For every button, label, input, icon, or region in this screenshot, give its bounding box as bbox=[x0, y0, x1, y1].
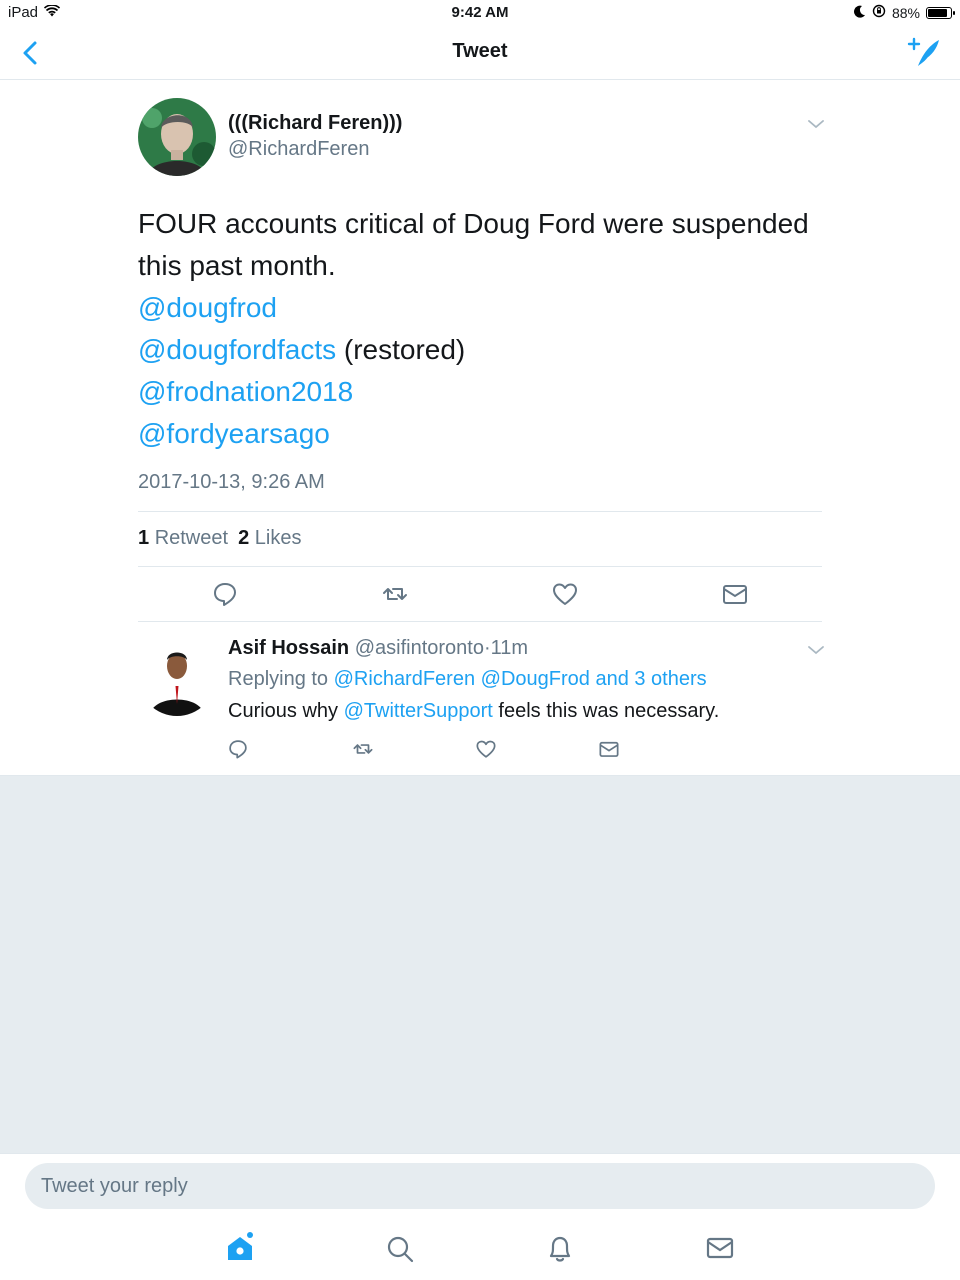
retweet-label: Retweet bbox=[154, 527, 229, 549]
tab-home[interactable] bbox=[222, 1230, 258, 1266]
reply-author-handle[interactable]: @asifintoronto bbox=[355, 637, 484, 659]
likes-stat[interactable]: 2 Likes bbox=[238, 527, 301, 550]
divider bbox=[138, 511, 822, 512]
mention-link[interactable]: @TwitterSupport bbox=[344, 700, 493, 722]
mention-link[interactable]: @dougfrod bbox=[138, 292, 277, 323]
heart-icon bbox=[476, 740, 496, 758]
reply-button[interactable] bbox=[211, 580, 239, 608]
mention-link[interactable]: @fordyearsago bbox=[138, 418, 330, 449]
retweet-count: 1 bbox=[138, 527, 150, 549]
heart-icon bbox=[553, 583, 577, 605]
mention-note: (restored) bbox=[336, 334, 466, 365]
status-time: 9:42 AM bbox=[451, 4, 509, 21]
tweet-stats: 1 Retweet 2 Likes bbox=[138, 527, 301, 550]
envelope-icon bbox=[723, 585, 747, 604]
messages-icon bbox=[706, 1237, 734, 1259]
message-button[interactable] bbox=[721, 580, 749, 608]
reply-input[interactable] bbox=[25, 1163, 935, 1209]
chevron-down-icon bbox=[808, 120, 824, 129]
empty-timeline-area bbox=[0, 775, 960, 1153]
like-count: 2 bbox=[238, 527, 250, 549]
home-icon bbox=[228, 1232, 253, 1260]
nav-bar: Tweet bbox=[0, 26, 960, 80]
tab-notifications[interactable] bbox=[542, 1230, 578, 1266]
likes-label: Likes bbox=[254, 527, 302, 549]
tab-messages[interactable] bbox=[702, 1230, 738, 1266]
reply-options-button[interactable] bbox=[806, 642, 826, 658]
status-right: 88% bbox=[853, 4, 955, 21]
retweets-stat[interactable]: 1 Retweet bbox=[138, 527, 228, 550]
reply-text-start: Curious why bbox=[228, 700, 344, 722]
rotation-lock-icon bbox=[872, 4, 886, 21]
reply-author-name[interactable]: Asif Hossain bbox=[228, 637, 349, 659]
tweet-text-line: this past month. bbox=[138, 250, 336, 281]
tweet-timestamp: 2017-10-13, 9:26 AM bbox=[138, 471, 325, 493]
compose-tweet-icon bbox=[907, 37, 939, 66]
author-name[interactable]: (((Richard Feren))) bbox=[228, 112, 402, 135]
tweet-text: FOUR accounts critical of Doug Ford were… bbox=[138, 203, 838, 455]
chevron-down-icon bbox=[808, 646, 824, 655]
author-avatar[interactable] bbox=[138, 98, 216, 176]
battery-icon bbox=[926, 6, 955, 19]
reply-icon bbox=[214, 583, 236, 606]
retweet-icon bbox=[353, 744, 373, 754]
reply-retweet-button[interactable] bbox=[351, 738, 375, 760]
reply-text-end: feels this was necessary. bbox=[492, 700, 720, 722]
reply-icon bbox=[229, 740, 247, 759]
retweet-button[interactable] bbox=[381, 580, 409, 608]
tweet-text-line: FOUR accounts critical of Doug Ford were… bbox=[138, 208, 809, 239]
divider bbox=[138, 566, 822, 567]
reply-avatar[interactable] bbox=[138, 638, 216, 716]
reply-like-button[interactable] bbox=[475, 738, 497, 760]
reply-header: Asif Hossain @asifintoronto·11m bbox=[228, 637, 528, 660]
reply-text: Curious why @TwitterSupport feels this w… bbox=[228, 700, 719, 723]
reply-age: 11m bbox=[490, 637, 529, 659]
reply-reply-button[interactable] bbox=[227, 738, 249, 760]
like-button[interactable] bbox=[551, 580, 579, 608]
replying-to: Replying to @RichardFeren @DougFrod and … bbox=[228, 668, 707, 691]
battery-percent: 88% bbox=[891, 4, 920, 21]
envelope-icon bbox=[599, 741, 619, 757]
compose-tweet-button[interactable] bbox=[906, 36, 942, 70]
mention-link[interactable]: @dougfordfacts bbox=[138, 334, 336, 365]
divider bbox=[138, 621, 822, 622]
mention-link[interactable]: @frodnation2018 bbox=[138, 376, 353, 407]
tweet-options-button[interactable] bbox=[806, 116, 826, 132]
retweet-icon bbox=[383, 588, 407, 600]
page-title: Tweet bbox=[452, 40, 508, 62]
notifications-icon bbox=[549, 1236, 571, 1262]
reply-message-button[interactable] bbox=[598, 738, 620, 760]
status-bar: iPad 9:42 AM 88% bbox=[0, 0, 960, 26]
reply-separator: · bbox=[483, 637, 491, 659]
search-icon bbox=[387, 1236, 414, 1263]
moon-icon bbox=[853, 5, 866, 21]
tab-search[interactable] bbox=[382, 1230, 418, 1266]
replying-to-label: Replying to bbox=[228, 668, 329, 690]
replying-to-users[interactable]: @RichardFeren @DougFrod and 3 others bbox=[334, 668, 707, 690]
author-handle[interactable]: @RichardFeren bbox=[228, 138, 369, 161]
